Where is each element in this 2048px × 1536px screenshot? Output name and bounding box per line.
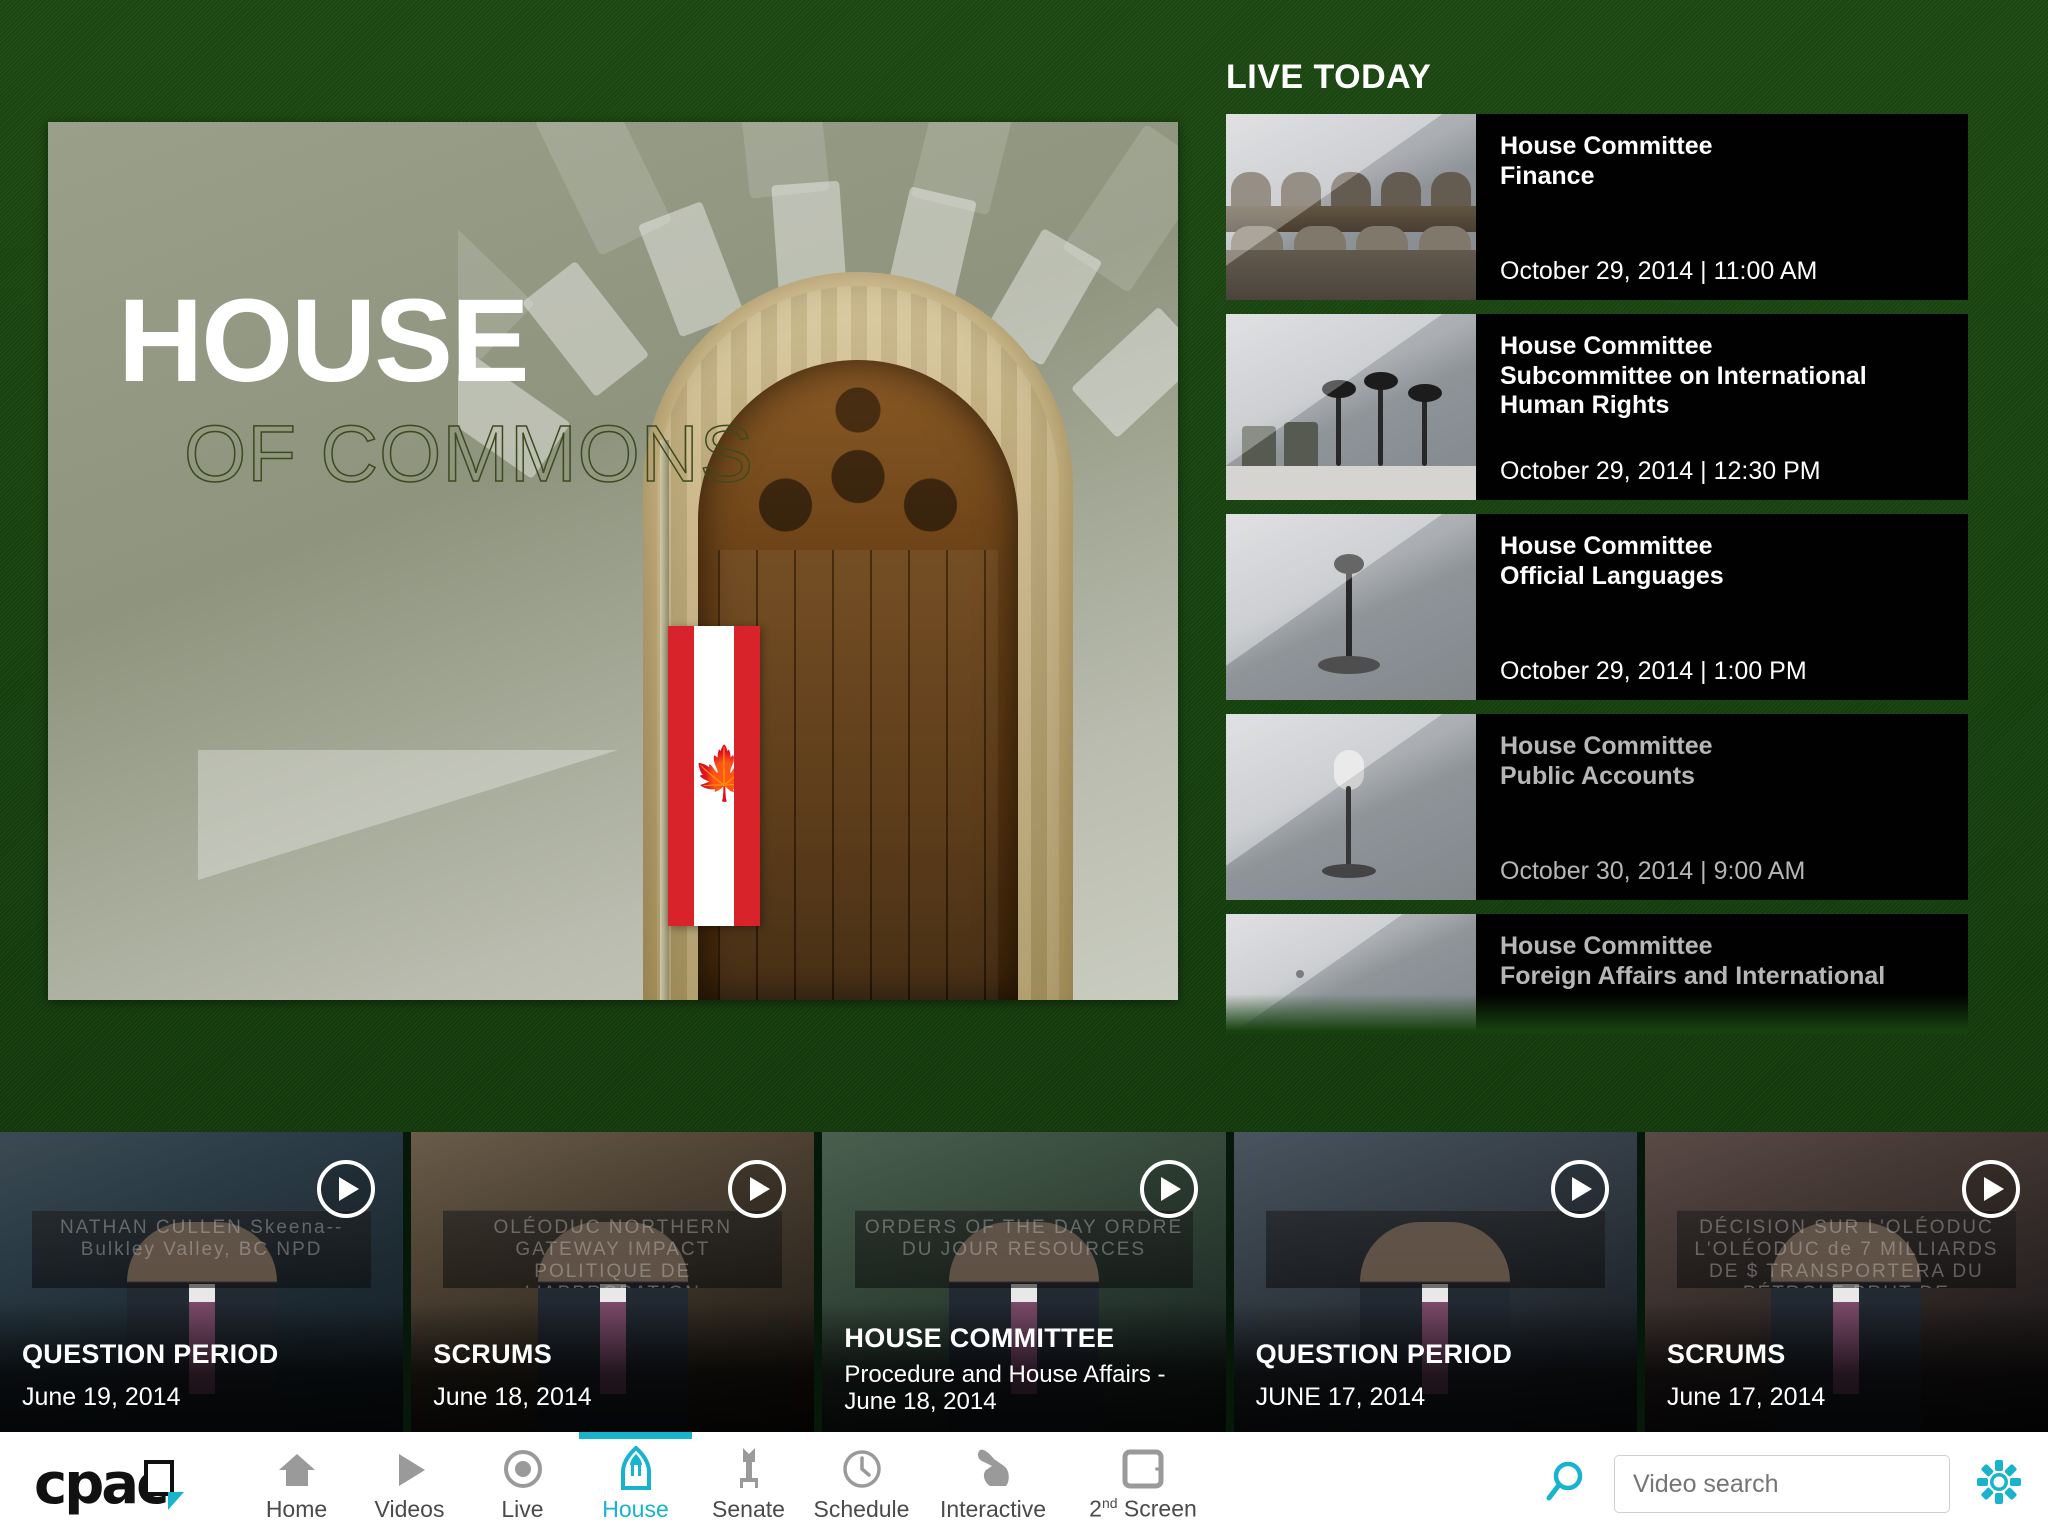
video-card[interactable]: ORDERS OF THE DAY ORDRE DU JOUR RESOURCE… xyxy=(822,1132,1226,1432)
video-card[interactable]: OLÉODUC NORTHERN GATEWAY IMPACT POLITIQU… xyxy=(411,1132,815,1432)
video-title: SCRUMS xyxy=(1666,1339,1786,1369)
nav-item-senate[interactable]: Senate xyxy=(692,1432,805,1536)
cpac-logo[interactable]: cpac xyxy=(0,1452,240,1517)
live-item-kind: House Committee xyxy=(1500,532,1713,560)
house-door-icon xyxy=(616,1445,656,1490)
nav-item-videos-label: Videos xyxy=(374,1495,445,1522)
hero-wedge-decoration xyxy=(198,750,618,880)
nav-item-videos[interactable]: Videos xyxy=(353,1432,466,1536)
play-icon[interactable] xyxy=(1962,1160,2021,1218)
live-list-item[interactable]: House Committee Official Languages Octob… xyxy=(1226,514,1968,700)
tablet-icon xyxy=(1121,1445,1165,1489)
nav-right-controls xyxy=(1542,1455,2048,1513)
video-card[interactable]: QUESTION PERIOD JUNE 17, 2014 xyxy=(1233,1132,1637,1432)
nav-item-home[interactable]: Home xyxy=(240,1432,353,1536)
video-date: June 17, 2014 xyxy=(1666,1383,1826,1411)
play-icon xyxy=(389,1446,431,1490)
committee-room-chairs-thumbnail xyxy=(1226,114,1476,300)
video-overlay-caption: ORDERS OF THE DAY ORDRE DU JOUR RESOURCE… xyxy=(854,1210,1194,1288)
live-item-kind: House Committee xyxy=(1500,332,1713,360)
hero-title-line2: OF COMMONS xyxy=(183,409,754,498)
video-title: SCRUMS xyxy=(433,1339,553,1369)
nav-item-schedule-label: Schedule xyxy=(813,1495,910,1522)
video-title: QUESTION PERIOD xyxy=(1255,1339,1513,1369)
nav-item-second-screen-label: 2nd Screen xyxy=(1089,1495,1197,1522)
video-title: HOUSE COMMITTEE xyxy=(844,1323,1115,1353)
video-date: June 19, 2014 xyxy=(22,1383,181,1411)
live-item-name: Finance xyxy=(1500,161,1595,190)
video-overlay-caption: NATHAN CULLEN Skeena--Bulkley Valley, BC… xyxy=(32,1210,371,1288)
live-list-item[interactable]: House Committee Foreign Affairs and Inte… xyxy=(1226,914,1968,1034)
nav-item-interactive-label: Interactive xyxy=(939,1495,1047,1522)
live-list-item[interactable]: House Committee Subcommittee on Internat… xyxy=(1226,314,1968,500)
nav-items: Home Videos Live House Senate Schedule I… xyxy=(240,1432,1218,1536)
play-icon[interactable] xyxy=(728,1160,787,1218)
search-input[interactable] xyxy=(1614,1455,1950,1513)
live-item-datetime: October 29, 2014 | 1:00 PM xyxy=(1500,657,1807,685)
live-list-item[interactable]: House Committee Finance October 29, 2014… xyxy=(1226,114,1968,300)
live-item-kind: House Committee xyxy=(1500,132,1713,160)
standing-microphone-thumbnail xyxy=(1226,714,1476,900)
play-icon[interactable] xyxy=(1550,1160,1609,1218)
video-overlay-caption: OLÉODUC NORTHERN GATEWAY IMPACT POLITIQU… xyxy=(443,1210,783,1288)
play-icon[interactable] xyxy=(1139,1160,1198,1218)
video-date: June 18, 2014 xyxy=(433,1383,592,1411)
video-overlay-caption: DÉCISION SUR L'OLÉODUC L'OLÉODUC de 7 MI… xyxy=(1677,1210,2016,1288)
hero-title-line1: HOUSE xyxy=(118,275,530,407)
home-icon xyxy=(276,1446,318,1490)
nav-item-home-label: Home xyxy=(265,1495,328,1522)
bottom-navigation-bar: cpac Home Videos Live House Senate Sched… xyxy=(0,1432,2048,1536)
hero-house-of-commons[interactable]: 🍁 HOUSE OF COMMONS xyxy=(48,122,1178,1000)
video-date: JUNE 17, 2014 xyxy=(1255,1383,1426,1411)
clock-icon xyxy=(841,1446,883,1490)
featured-video-strip[interactable]: NATHAN CULLEN Skeena--Bulkley Valley, BC… xyxy=(0,1132,2048,1432)
live-item-datetime: October 30, 2014 | 9:00 AM xyxy=(1500,857,1806,885)
hero-title: HOUSE OF COMMONS xyxy=(118,282,754,494)
play-icon[interactable] xyxy=(317,1160,376,1218)
parliament-door-photo xyxy=(538,122,1178,1000)
video-date: Procedure and House Affairs - June 18, 2… xyxy=(844,1360,1166,1416)
nav-item-house-label: House xyxy=(602,1495,669,1522)
video-overlay-caption xyxy=(1265,1210,1605,1288)
nav-item-schedule[interactable]: Schedule xyxy=(805,1432,918,1536)
nav-item-second-screen[interactable]: 2nd Screen xyxy=(1068,1432,1218,1536)
live-today-heading: LIVE TODAY xyxy=(1226,58,1432,96)
video-title: QUESTION PERIOD xyxy=(22,1339,279,1369)
committee-room-thumbnail xyxy=(1226,914,1476,1034)
nav-item-live[interactable]: Live xyxy=(466,1432,579,1536)
nav-item-senate-label: Senate xyxy=(712,1495,785,1522)
live-today-list[interactable]: House Committee Finance October 29, 2014… xyxy=(1226,114,1968,1034)
live-item-name: Public Accounts xyxy=(1500,761,1695,790)
video-card[interactable]: DÉCISION SUR L'OLÉODUC L'OLÉODUC de 7 MI… xyxy=(1644,1132,2048,1432)
tap-hand-icon xyxy=(972,1446,1014,1490)
live-item-name: Foreign Affairs and International xyxy=(1500,961,1886,990)
cpac-logo-square xyxy=(144,1459,174,1496)
cpac-logo-triangle xyxy=(168,1491,184,1510)
committee-microphones-thumbnail xyxy=(1226,314,1476,500)
video-card[interactable]: NATHAN CULLEN Skeena--Bulkley Valley, BC… xyxy=(0,1132,404,1432)
senate-mace-icon xyxy=(728,1446,770,1490)
live-item-kind: House Committee xyxy=(1500,732,1713,760)
canadian-flag: 🍁 xyxy=(648,440,760,1000)
nav-item-live-label: Live xyxy=(501,1495,544,1522)
live-item-datetime: October 29, 2014 | 11:00 AM xyxy=(1500,257,1818,285)
gear-icon[interactable] xyxy=(1976,1459,2022,1510)
live-item-datetime: October 29, 2014 | 12:30 PM xyxy=(1500,457,1821,485)
live-item-name: Subcommittee on International Human Righ… xyxy=(1500,361,1867,420)
magnifier-icon[interactable] xyxy=(1542,1459,1588,1510)
nav-item-interactive[interactable]: Interactive xyxy=(918,1432,1068,1536)
gooseneck-microphone-thumbnail xyxy=(1226,514,1476,700)
live-item-name: Official Languages xyxy=(1500,561,1724,590)
live-item-kind: House Committee xyxy=(1500,932,1713,960)
nav-item-house[interactable]: House xyxy=(579,1432,692,1536)
live-dot-icon xyxy=(502,1446,544,1490)
active-tab-indicator xyxy=(579,1432,692,1439)
live-today-panel: LIVE TODAY House Committee Finance Octob… xyxy=(1226,60,1968,1034)
cpac-logo-text: cpac xyxy=(34,1451,169,1517)
live-list-item[interactable]: House Committee Public Accounts October … xyxy=(1226,714,1968,900)
